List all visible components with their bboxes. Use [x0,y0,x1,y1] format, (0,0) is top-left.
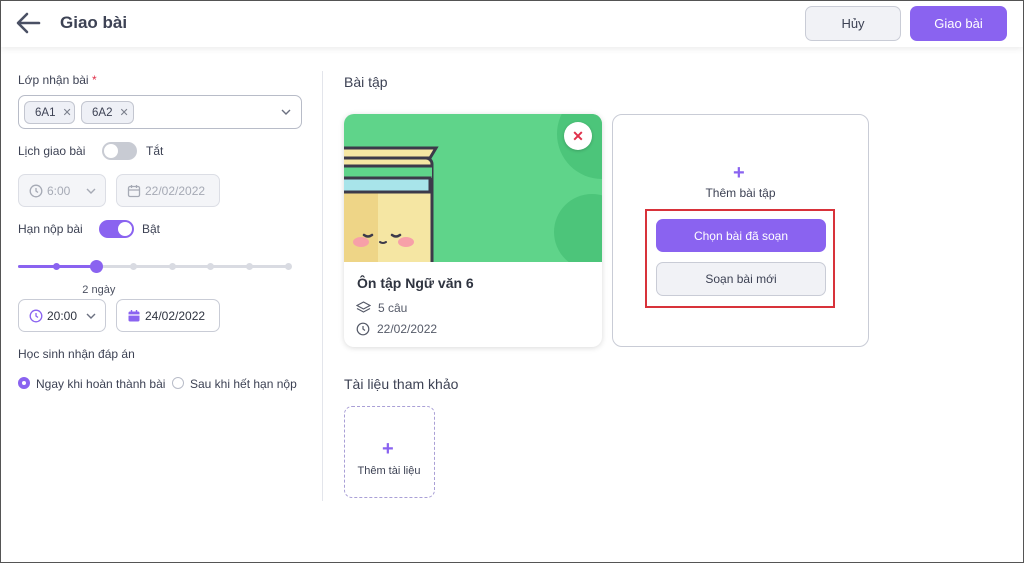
clock-icon [356,322,370,336]
answer-option-immediate-radio[interactable] [18,377,30,389]
plus-icon: + [382,438,394,460]
answer-option-label[interactable]: Ngay khi hoàn thành bài [36,377,165,391]
schedule-toggle[interactable] [102,142,137,160]
exercise-date: 22/02/2022 [356,322,437,336]
class-chip: 6A2 ✕ [81,101,134,124]
slider-step-dot [53,263,61,270]
slider-step-dot [168,263,176,270]
deadline-time-picker[interactable]: 20:00 [18,299,106,332]
assign-button[interactable]: Giao bài [910,6,1007,41]
slider-value-label: 2 ngày [82,284,116,296]
slider-step-dot [284,263,292,270]
answer-release-label: Học sinh nhận đáp án [18,347,135,361]
deadline-toggle[interactable] [99,220,134,238]
chip-remove-icon[interactable]: ✕ [62,106,71,119]
page-title: Giao bài [60,13,128,32]
deadline-toggle-state: Bật [142,222,161,236]
class-chip-label: 6A2 [92,106,113,119]
layers-icon [356,301,371,313]
schedule-date-picker[interactable]: 22/02/2022 [116,174,220,207]
required-mark: * [91,73,97,87]
calendar-icon [128,309,140,321]
chevron-down-icon[interactable] [281,107,291,117]
schedule-time-value: 6:00 [47,183,71,198]
deadline-label: Hạn nộp bài [18,222,83,236]
toggle-knob [104,144,118,158]
app-frame: Giao bài Hủy Giao bài Lớp nhận bài * 6A1… [0,0,1024,563]
clock-icon [29,184,43,197]
chip-remove-icon[interactable]: ✕ [119,106,128,119]
class-chip-label: 6A1 [35,106,56,119]
chevron-down-icon [86,188,96,194]
deadline-time-value: 20:00 [47,308,78,323]
deadline-date-picker[interactable]: 24/02/2022 [116,299,220,332]
answer-option-after-deadline-radio[interactable] [172,377,184,389]
answer-option-label[interactable]: Sau khi hết hạn nộp [190,377,297,391]
panel-divider [322,71,323,501]
back-arrow-icon[interactable] [15,11,41,35]
add-exercise-label: Thêm bài tập [705,186,776,200]
plus-icon[interactable]: + [733,162,745,185]
class-field-label: Lớp nhận bài * [18,73,97,87]
cancel-button[interactable]: Hủy [805,6,901,41]
slider-step-dot [130,263,138,270]
deadline-date-value: 24/02/2022 [145,308,206,323]
top-bar: Giao bài Hủy Giao bài [1,1,1023,47]
class-chip: 6A1 ✕ [24,101,75,124]
question-count-text: 5 câu [378,301,408,315]
create-new-exercise-button[interactable]: Soạn bài mới [656,262,826,296]
schedule-date-value: 22/02/2022 [145,183,206,198]
remove-exercise-close-icon[interactable]: ✕ [564,122,592,150]
chevron-down-icon [86,313,96,319]
add-document-button[interactable]: + Thêm tài liệu [344,406,435,498]
class-label-text: Lớp nhận bài [18,73,89,87]
class-multiselect[interactable]: 6A1 ✕ 6A2 ✕ [18,95,302,129]
exercise-title: Ôn tập Ngữ văn 6 [357,275,474,291]
exercise-card[interactable]: ✕ Ôn tập Ngữ văn 6 5 câu 22/02/2022 [344,114,602,347]
schedule-time-picker[interactable]: 6:00 [18,174,106,207]
slider-step-dot [245,263,253,270]
schedule-label: Lịch giao bài [18,144,86,158]
exercise-date-text: 22/02/2022 [377,322,438,336]
choose-existing-exercise-button[interactable]: Chọn bài đã soạn [656,219,826,252]
toggle-knob [118,222,132,236]
exercises-section-title: Bài tập [344,74,388,90]
exercise-question-count: 5 câu [356,301,407,315]
references-section-title: Tài liệu tham khảo [344,376,459,392]
slider-thumb[interactable] [89,260,103,273]
add-document-label: Thêm tài liệu [357,465,421,477]
slider-step-dot [207,263,215,270]
schedule-toggle-state: Tắt [146,144,164,158]
clock-icon [29,309,43,322]
calendar-icon [127,184,141,197]
